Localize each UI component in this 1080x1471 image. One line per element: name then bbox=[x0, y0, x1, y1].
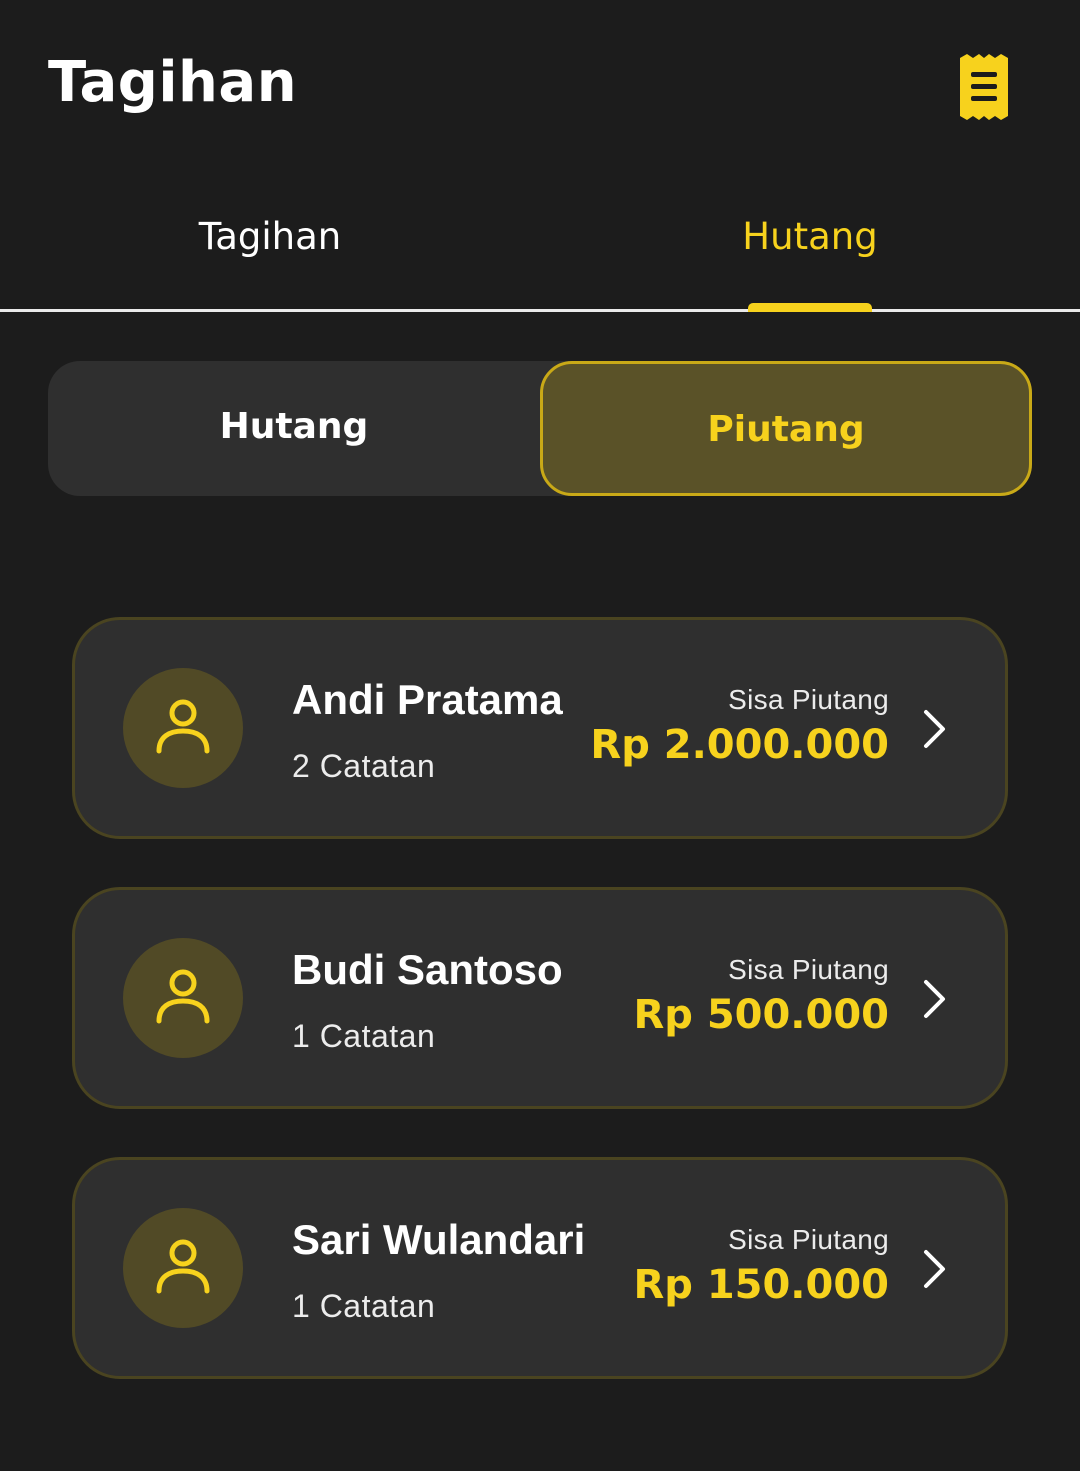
record-count: 1 Catatan bbox=[292, 1288, 436, 1324]
tab-divider bbox=[0, 309, 1080, 312]
active-tab-indicator bbox=[748, 303, 872, 312]
chevron-right-icon bbox=[924, 710, 945, 748]
segmented-control: Hutang Piutang bbox=[48, 361, 1032, 496]
tab-hutang[interactable]: Hutang bbox=[540, 215, 1080, 258]
person-name: Sari Wulandari bbox=[292, 1216, 586, 1263]
tab-tagihan[interactable]: Tagihan bbox=[0, 215, 540, 258]
receipt-icon[interactable] bbox=[958, 54, 1010, 120]
balance-amount: Rp 2.000.000 bbox=[590, 722, 889, 768]
tab-bar: Tagihan Hutang bbox=[0, 175, 1080, 313]
balance-label: Sisa Piutang bbox=[728, 684, 889, 715]
balance-label: Sisa Piutang bbox=[728, 954, 889, 985]
list-item[interactable]: Sari Wulandari 1 Catatan Sisa Piutang Rp… bbox=[72, 1157, 1008, 1379]
list-item[interactable]: Andi Pratama 2 Catatan Sisa Piutang Rp 2… bbox=[72, 617, 1008, 839]
list-item[interactable]: Budi Santoso 1 Catatan Sisa Piutang Rp 5… bbox=[72, 887, 1008, 1109]
segment-hutang[interactable]: Hutang bbox=[48, 361, 540, 496]
balance-amount: Rp 150.000 bbox=[633, 1262, 889, 1308]
record-count: 2 Catatan bbox=[292, 748, 436, 784]
person-name: Budi Santoso bbox=[292, 946, 563, 993]
person-icon bbox=[156, 1239, 210, 1294]
balance-label: Sisa Piutang bbox=[728, 1224, 889, 1255]
chevron-right-icon bbox=[924, 1250, 945, 1288]
person-icon bbox=[156, 699, 210, 754]
person-name: Andi Pratama bbox=[292, 676, 563, 723]
app-header: Tagihan bbox=[0, 0, 1080, 175]
avatar bbox=[123, 1208, 243, 1328]
page-title: Tagihan bbox=[48, 50, 298, 115]
chevron-right-icon bbox=[924, 980, 945, 1018]
segment-piutang[interactable]: Piutang bbox=[540, 361, 1032, 496]
record-count: 1 Catatan bbox=[292, 1018, 436, 1054]
avatar bbox=[123, 938, 243, 1058]
avatar bbox=[123, 668, 243, 788]
balance-amount: Rp 500.000 bbox=[633, 992, 889, 1038]
person-icon bbox=[156, 969, 210, 1024]
